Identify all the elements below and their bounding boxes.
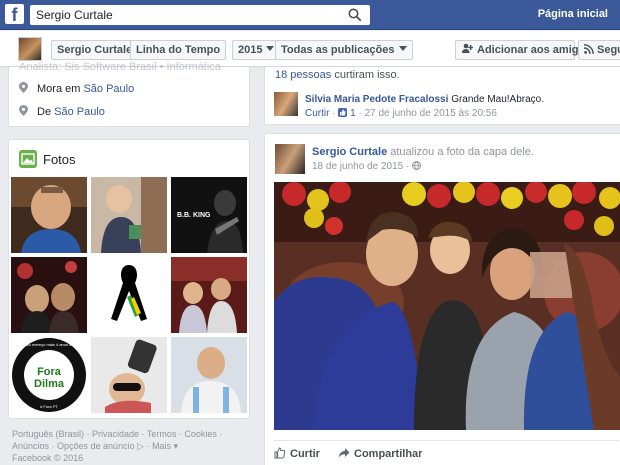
filter-dropdown[interactable]: Todas as publicações xyxy=(275,40,413,60)
likes-summary: 18 pessoas curtiram isso. xyxy=(275,69,400,81)
comment-timestamp[interactable]: 27 de junho de 2015 às 20:56 xyxy=(365,108,497,119)
photo-thumbnail[interactable]: B.B. KING xyxy=(171,177,247,253)
previous-post-comments: 18 pessoas curtiram isso. Silvia Maria P… xyxy=(264,67,620,125)
post-action-text: atualizou a foto da capa dele. xyxy=(390,146,534,158)
post-share-button[interactable]: Compartilhar xyxy=(338,447,422,460)
post-header: Sergio Curtale atualizou a foto da capa … xyxy=(312,146,534,158)
profile-name-button[interactable]: Sergio Curtale xyxy=(51,40,139,60)
photo-thumbnail[interactable] xyxy=(91,177,167,253)
footer-links[interactable]: Português (Brasil) · Privacidade · Termo… xyxy=(12,428,252,440)
timeline-button[interactable]: Linha do Tempo xyxy=(130,40,227,60)
lives-prefix: Mora em xyxy=(37,83,81,95)
avatar[interactable] xyxy=(274,92,298,116)
lives-city-link[interactable]: São Paulo xyxy=(83,83,134,95)
intro-card: Analista: Sis Software Brasil • Informát… xyxy=(8,61,250,127)
add-friend-button[interactable]: Adicionar aos amigos xyxy=(455,40,591,60)
fora-line2: Dilma xyxy=(34,378,65,390)
from-city-link[interactable]: São Paulo xyxy=(54,106,105,118)
search-icon[interactable] xyxy=(348,8,362,22)
photo-thumbnail[interactable] xyxy=(11,257,87,333)
photo-thumbnail[interactable] xyxy=(171,337,247,413)
fora-ring-top: Eu não mereço mais 4 anos de PT xyxy=(18,342,80,347)
timeline-post: Sergio Curtale atualizou a foto da capa … xyxy=(264,133,620,465)
post-share-label: Compartilhar xyxy=(354,448,423,460)
likes-suffix: curtiram isso. xyxy=(331,69,400,81)
location-pin-icon xyxy=(19,82,28,93)
page-footer: Português (Brasil) · Privacidade · Termo… xyxy=(12,428,252,464)
post-like-label: Curtir xyxy=(290,448,320,460)
comment-text: Grande Mau!Abraço. xyxy=(451,94,545,105)
comment-body: Silvia Maria Pedote Fracalossi Grande Ma… xyxy=(305,94,544,105)
photo-thumbnail[interactable] xyxy=(91,337,167,413)
year-dropdown[interactable]: 2015 xyxy=(232,40,281,60)
photo-thumbnail[interactable] xyxy=(171,257,247,333)
chevron-down-icon xyxy=(266,46,275,51)
comment-like-link[interactable]: Curtir xyxy=(305,108,329,119)
comment-actions: Curtir · 1 · 27 de junho de 2015 às 20:5… xyxy=(305,108,497,119)
photo-thumbnail[interactable]: Fora Dilma Eu não mereço mais 4 anos de … xyxy=(11,337,87,413)
from-prefix: De xyxy=(37,106,52,118)
follow-label: Seguir xyxy=(597,44,620,56)
location-pin-icon xyxy=(19,105,28,116)
photos-icon xyxy=(19,150,37,168)
likes-count-link[interactable]: 18 pessoas xyxy=(275,69,331,81)
fora-ring-bottom: # Fora PT xyxy=(40,404,58,409)
search-input[interactable]: Sergio Curtale xyxy=(30,5,370,25)
globe-icon xyxy=(412,161,422,170)
add-friend-icon xyxy=(462,43,474,53)
avatar[interactable] xyxy=(275,144,305,174)
photos-card: Fotos B.B. KING Fora Dilma Eu não mereço… xyxy=(8,139,250,419)
cover-photo[interactable] xyxy=(274,182,620,430)
photo-thumbnail[interactable] xyxy=(11,177,87,253)
follow-button[interactable]: Seguir xyxy=(578,40,620,60)
post-like-button[interactable]: Curtir xyxy=(274,447,320,460)
photos-title[interactable]: Fotos xyxy=(43,152,76,167)
post-timestamp[interactable]: 18 de junho de 2015 · xyxy=(312,161,422,172)
chevron-down-icon xyxy=(398,46,407,51)
share-arrow-icon xyxy=(338,448,350,458)
filter-label: Todas as publicações xyxy=(281,44,395,56)
photo-thumbnail[interactable] xyxy=(91,257,167,333)
comment-author-link[interactable]: Silvia Maria Pedote Fracalossi xyxy=(305,94,448,105)
post-author-link[interactable]: Sergio Curtale xyxy=(312,146,387,158)
intro-lives-in: Mora em São Paulo xyxy=(19,82,134,95)
thumbs-up-icon xyxy=(274,447,286,459)
add-friend-label: Adicionar aos amigos xyxy=(477,44,592,56)
bb-king-label: B.B. KING xyxy=(177,212,211,219)
fora-line1: Fora xyxy=(37,366,62,378)
comment-like-count[interactable]: 1 xyxy=(350,108,356,119)
thumbs-up-icon xyxy=(338,108,348,117)
footer-copyright: Facebook © 2016 xyxy=(12,453,84,463)
search-value: Sergio Curtale xyxy=(36,8,113,22)
footer-links-2[interactable]: Anúncios · Opções de anúncio ▷ · Mais ▾ xyxy=(12,440,252,452)
home-link[interactable]: Página inicial xyxy=(538,8,608,20)
rss-icon xyxy=(583,44,594,55)
timeline-label: Linha do Tempo xyxy=(136,44,221,56)
intro-work-line: Analista: Sis Software Brasil • Informát… xyxy=(19,61,221,73)
post-actions-bar: Curtir Compartilhar xyxy=(274,440,619,464)
year-label: 2015 xyxy=(238,44,263,56)
avatar[interactable] xyxy=(18,37,42,61)
intro-from: De São Paulo xyxy=(19,105,105,118)
post-date: 18 de junho de 2015 xyxy=(312,161,404,172)
facebook-logo[interactable]: f xyxy=(5,4,24,24)
top-navigation-bar: f Sergio Curtale Página inicial xyxy=(0,0,620,30)
